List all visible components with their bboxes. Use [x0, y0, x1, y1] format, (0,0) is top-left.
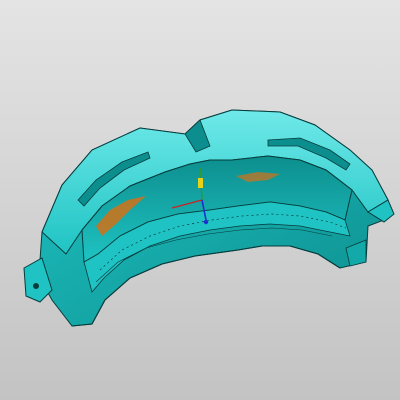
model-canvas[interactable]: [0, 0, 400, 400]
triad-z-tip: [203, 219, 209, 225]
goggle-frame-3d-model[interactable]: [23, 109, 395, 327]
triad-origin: [198, 178, 203, 188]
left-strap-hole: [33, 283, 39, 289]
cad-viewport[interactable]: [0, 0, 400, 400]
